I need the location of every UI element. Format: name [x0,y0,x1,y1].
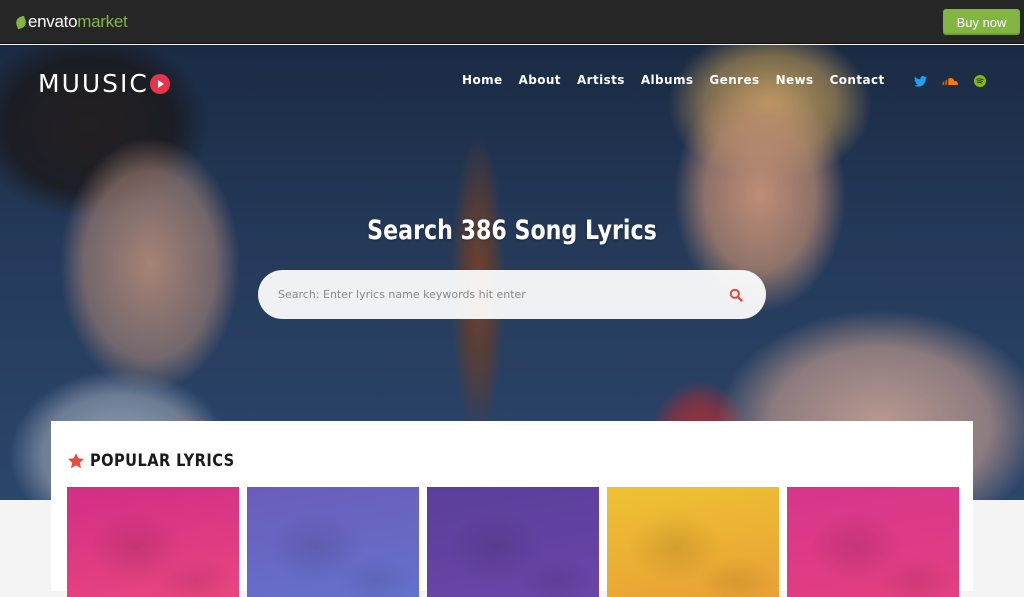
lyric-card-image [67,487,239,597]
nav-item-genres[interactable]: Genres [709,73,759,87]
popular-lyrics-section: POPULAR LYRICS [51,421,973,597]
section-heading: POPULAR LYRICS [67,451,258,471]
lyric-card[interactable] [247,487,419,597]
twitter-icon[interactable] [912,74,928,88]
spotify-icon[interactable] [972,74,988,88]
envato-market-bar: envato market Buy now [0,0,1024,44]
social-links [912,74,988,88]
site-logo-text: MUUSIC [38,69,149,98]
lyrics-grid [67,487,959,597]
nav-item-contact[interactable]: Contact [830,73,885,87]
envato-logo-text: envato [28,12,78,31]
lyric-card-image [247,487,419,597]
lyrics-search-bar [258,270,766,319]
lyric-card-image [607,487,779,597]
lyric-card-image [427,487,599,597]
nav-item-about[interactable]: About [519,73,561,87]
lyrics-search-input[interactable] [258,270,716,319]
envato-market-logo[interactable]: envato market [14,12,128,32]
site-logo[interactable]: MUUSIC [38,69,170,98]
play-icon [149,73,170,94]
section-title: POPULAR LYRICS [90,451,235,471]
lyric-card[interactable] [607,487,779,597]
main-navigation: Home About Artists Albums Genres News Co… [462,73,901,87]
lyric-card[interactable] [67,487,239,597]
star-icon [67,453,85,469]
buy-now-button[interactable]: Buy now [943,9,1020,35]
search-icon [729,288,743,302]
nav-item-albums[interactable]: Albums [641,73,694,87]
lyric-card[interactable] [427,487,599,597]
soundcloud-icon[interactable] [942,74,958,88]
lyric-card[interactable] [787,487,959,597]
market-logo-text: market [77,12,128,31]
lyric-card-image [787,487,959,597]
nav-item-artists[interactable]: Artists [577,73,625,87]
search-button[interactable] [716,275,756,315]
hero-title: Search 386 Song Lyrics [367,215,657,246]
nav-item-news[interactable]: News [776,73,814,87]
envato-leaf-icon [14,15,28,29]
nav-item-home[interactable]: Home [462,73,503,87]
